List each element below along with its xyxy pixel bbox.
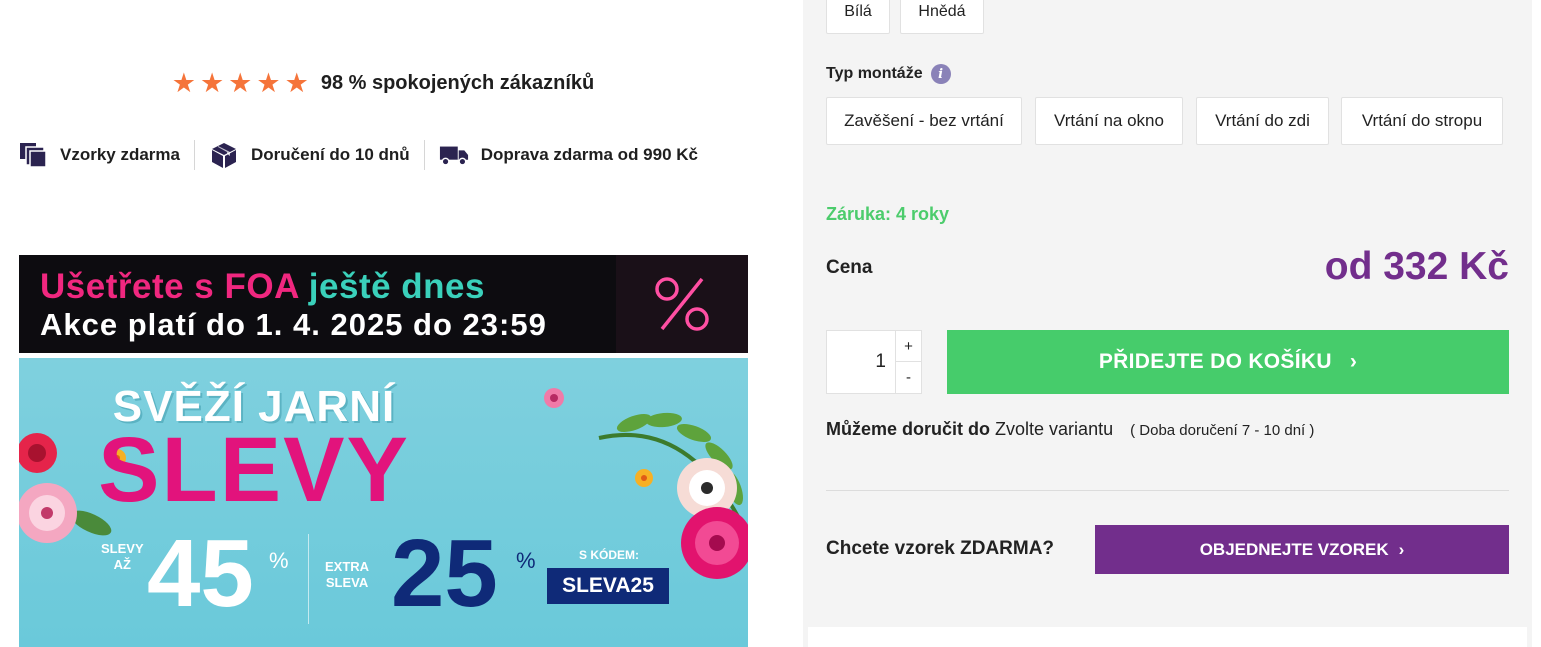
discount-label-left: SLEVY AŽ <box>101 541 144 572</box>
promo-code: SLEVA25 <box>547 568 669 604</box>
star-icon: ★ <box>284 68 309 98</box>
promo-banner[interactable]: Ušetřete s FOA ještě dnes Akce platí do … <box>19 255 748 647</box>
star-icon: ★ <box>228 68 253 98</box>
next-section-card <box>808 627 1527 647</box>
truck-icon <box>439 141 469 169</box>
warranty-text: Záruka: 4 roky <box>826 204 950 224</box>
price-label: Cena <box>826 257 873 278</box>
discount-label-mid-2: SLEVA <box>325 574 369 590</box>
percent-icon <box>616 255 748 353</box>
quantity-stepper[interactable]: 1 + - <box>826 330 922 394</box>
discount-label-left-1: SLEVY <box>101 541 144 556</box>
left-column: ★ ★ ★ ★ ★ 98 % spokojených zákazníků Vzo… <box>0 0 803 647</box>
mounting-type-label: Typ montáže i <box>826 64 951 84</box>
color-option-white[interactable]: Bílá <box>826 0 890 34</box>
discount-percent-mid: % <box>516 548 536 573</box>
promo-title-2: SLEVY <box>98 419 410 521</box>
color-option-brown[interactable]: Hnědá <box>900 0 984 34</box>
mounting-option-ceiling[interactable]: Vrtání do stropu <box>1341 97 1503 145</box>
quantity-decrease-button[interactable]: - <box>895 362 921 393</box>
price-value: od 332 Kč <box>1324 245 1509 288</box>
box-icon <box>209 141 239 169</box>
mounting-option-window[interactable]: Vrtání na okno <box>1035 97 1183 145</box>
promo-headline-pink: Ušetřete s FOA <box>40 267 299 306</box>
chevron-right-icon: › <box>1349 350 1358 373</box>
order-sample-label: OBJEDNEJTE VZOREK <box>1199 539 1389 559</box>
usp-samples-label: Vzorky zdarma <box>60 145 180 164</box>
promo-headline: Ušetřete s FOA ještě dnes <box>40 267 485 307</box>
discount-percent-left: % <box>269 548 289 573</box>
usp-samples: Vzorky zdarma <box>18 139 194 171</box>
promo-banner-body: SVĚŽÍ JARNÍ SLEVY SLEVY AŽ 45 % EXTRA SL… <box>19 358 748 647</box>
rating-stars: ★ ★ ★ ★ ★ <box>172 70 309 97</box>
promo-headline-teal: ještě dnes <box>308 267 485 306</box>
delivery-note: ( Doba doručení 7 - 10 dní ) <box>1130 422 1315 439</box>
mounting-type-label-text: Typ montáže <box>826 65 923 82</box>
discount-label-left-2: AŽ <box>113 556 131 572</box>
delivery-info: Můžeme doručit do Zvolte variantu ( Doba… <box>826 419 1314 440</box>
samples-icon <box>18 141 48 169</box>
promo-deadline: Akce platí do 1. 4. 2025 do 23:59 <box>40 307 547 342</box>
usp-delivery: Doručení do 10 dnů <box>195 139 424 171</box>
order-sample-button[interactable]: OBJEDNEJTE VZOREK › <box>1095 525 1509 574</box>
rating-summary: ★ ★ ★ ★ ★ 98 % spokojených zákazníků <box>0 70 766 97</box>
divider <box>826 490 1509 491</box>
promo-banner-header: Ušetřete s FOA ještě dnes Akce platí do … <box>19 255 748 353</box>
mounting-option-wall[interactable]: Vrtání do zdi <box>1196 97 1329 145</box>
info-icon[interactable]: i <box>930 64 951 84</box>
star-icon: ★ <box>171 68 196 98</box>
discount-divider <box>308 534 309 624</box>
usp-delivery-label: Doručení do 10 dnů <box>251 145 410 164</box>
discount-label-mid-1: EXTRA <box>325 559 370 574</box>
usp-shipping-label: Doprava zdarma od 990 Kč <box>480 145 698 164</box>
discount-value-mid: 25 <box>391 520 498 627</box>
usp-bar: Vzorky zdarma Doručení do 10 dnů Doprava… <box>18 139 712 171</box>
chevron-right-icon: › <box>1398 539 1405 559</box>
add-to-cart-label: PŘIDEJTE DO KOŠÍKU <box>1098 350 1332 373</box>
page-gutter <box>1532 0 1541 647</box>
promo-code-label: S KÓDEM: <box>579 548 639 562</box>
star-icon: ★ <box>256 68 281 98</box>
discount-label-mid: EXTRA SLEVA <box>325 559 369 590</box>
rating-text: 98 % spokojených zákazníků <box>320 72 595 94</box>
sample-question: Chcete vzorek ZDARMA? <box>826 538 1055 559</box>
usp-shipping: Doprava zdarma od 990 Kč <box>425 139 712 171</box>
delivery-label: Můžeme doručit do <box>826 419 991 439</box>
add-to-cart-button[interactable]: PŘIDEJTE DO KOŠÍKU › <box>947 330 1509 394</box>
mounting-option-hanging[interactable]: Zavěšení - bez vrtání <box>826 97 1022 145</box>
product-config-panel: Bílá Hnědá Typ montáže i Zavěšení - bez … <box>803 0 1532 647</box>
discount-value-left: 45 <box>147 520 254 627</box>
delivery-value: Zvolte variantu <box>995 419 1114 439</box>
quantity-increase-button[interactable]: + <box>895 331 921 362</box>
star-icon: ★ <box>199 68 225 98</box>
